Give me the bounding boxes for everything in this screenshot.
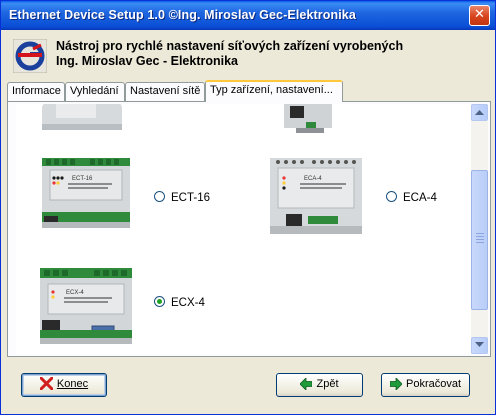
radio-row-ecx4[interactable]: ECX-4 bbox=[154, 296, 205, 310]
device-image-partial-right bbox=[284, 104, 332, 133]
radio-ect16[interactable] bbox=[154, 191, 165, 202]
radio-row-ect16[interactable]: ECT-16 bbox=[154, 191, 210, 205]
red-x-icon bbox=[39, 377, 53, 390]
title-bar[interactable]: Ethernet Device Setup 1.0 ©Ing. Miroslav… bbox=[1, 1, 495, 30]
scroll-thumb[interactable] bbox=[471, 170, 488, 310]
svg-text:ECA-4: ECA-4 bbox=[304, 176, 322, 182]
ect16-device-image: ECT-16 bbox=[40, 154, 132, 234]
arrow-right-icon bbox=[389, 378, 402, 390]
vertical-scrollbar[interactable] bbox=[471, 104, 488, 354]
scroll-up-button[interactable] bbox=[471, 104, 488, 121]
grip-line bbox=[476, 233, 484, 234]
device-list: ECT-16 ECT-16 ECA-4 ECA-4 ECX-4 ECX-4 bbox=[16, 104, 474, 354]
tab-typ-zarizeni[interactable]: Typ zařízení, nastavení... bbox=[205, 80, 343, 102]
tab-nastaveni-site[interactable]: Nastavení sítě bbox=[125, 82, 205, 101]
tab-informace[interactable]: Informace bbox=[7, 82, 65, 101]
device-image-partial-left bbox=[34, 104, 129, 134]
header-line-1: Nástroj pro rychlé nastavení síťových za… bbox=[56, 39, 404, 53]
arrow-up-icon bbox=[475, 110, 484, 115]
eca4-device-image: ECA-4 bbox=[268, 156, 364, 238]
app-window: Ethernet Device Setup 1.0 ©Ing. Miroslav… bbox=[0, 0, 496, 415]
radio-eca4[interactable] bbox=[386, 191, 397, 202]
scroll-down-button[interactable] bbox=[471, 337, 488, 354]
grip-line bbox=[476, 242, 484, 243]
next-label: Pokračovat bbox=[405, 378, 462, 390]
close-button[interactable]: ✕ bbox=[469, 5, 490, 26]
radio-label-ect16: ECT-16 bbox=[171, 192, 210, 204]
header-description: Nástroj pro rychlé nastavení síťových za… bbox=[56, 39, 403, 69]
ecx4-device-image: ECX-4 bbox=[36, 264, 136, 348]
back-button[interactable]: Zpět bbox=[276, 373, 363, 397]
svg-text:ECT-16: ECT-16 bbox=[72, 176, 93, 182]
radio-label-ecx4: ECX-4 bbox=[171, 297, 205, 309]
tab-bar: Informace Vyhledání Nastavení sítě Typ z… bbox=[7, 80, 487, 102]
back-label: Zpět bbox=[316, 378, 339, 390]
window-title: Ethernet Device Setup 1.0 ©Ing. Miroslav… bbox=[9, 8, 356, 22]
tab-panel: ECT-16 ECT-16 ECA-4 ECA-4 ECX-4 ECX-4 bbox=[7, 101, 491, 357]
exit-label: Konec bbox=[56, 378, 89, 390]
exit-button[interactable]: Konec bbox=[21, 373, 107, 397]
close-icon: ✕ bbox=[474, 7, 485, 22]
gec-logo-icon bbox=[13, 39, 47, 73]
next-button[interactable]: Pokračovat bbox=[381, 373, 470, 397]
header-line-2: Ing. Miroslav Gec - Elektronika bbox=[56, 54, 239, 68]
radio-label-eca4: ECA-4 bbox=[403, 192, 437, 204]
grip-line bbox=[476, 239, 484, 240]
arrow-down-icon bbox=[475, 342, 484, 347]
radio-ecx4[interactable] bbox=[154, 296, 165, 307]
arrow-left-icon bbox=[300, 378, 313, 390]
tab-vyhledani[interactable]: Vyhledání bbox=[65, 82, 125, 101]
svg-text:ECX-4: ECX-4 bbox=[66, 290, 84, 296]
grip-line bbox=[476, 236, 484, 237]
radio-row-eca4[interactable]: ECA-4 bbox=[386, 191, 437, 205]
